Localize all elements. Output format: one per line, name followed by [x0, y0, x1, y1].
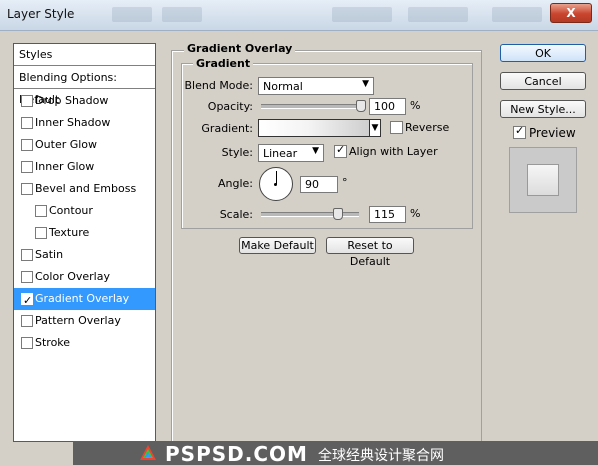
- align-with-layer-checkbox[interactable]: ✓: [334, 143, 347, 158]
- style-item-inner-shadow[interactable]: Inner Shadow: [14, 112, 155, 134]
- style-item-label: Texture: [49, 226, 90, 239]
- close-button[interactable]: X: [550, 3, 592, 23]
- reverse-checkbox[interactable]: [390, 121, 403, 134]
- new-style-button[interactable]: New Style...: [500, 100, 586, 118]
- style-checkbox[interactable]: [21, 95, 33, 107]
- style-item-label: Drop Shadow: [35, 94, 109, 107]
- blending-options-item[interactable]: Blending Options: Default: [14, 67, 155, 106]
- toolbar-ghost-icon: [408, 7, 468, 22]
- style-item-label: Bevel and Emboss: [35, 182, 137, 195]
- watermark-bar: PSPSD.COM 全球经典设计聚合网: [73, 441, 598, 466]
- style-checkbox[interactable]: [35, 227, 47, 239]
- gradient-picker[interactable]: ▼: [258, 119, 381, 137]
- blend-mode-label: Blend Mode:: [184, 79, 254, 92]
- style-item-label: Satin: [35, 248, 64, 261]
- watermark-tagline: 全球经典设计聚合网: [318, 448, 444, 464]
- checkmark-icon: ✓: [515, 124, 525, 137]
- style-checkbox[interactable]: [21, 161, 33, 173]
- reverse-label: Reverse: [405, 121, 450, 134]
- style-item-label: Outer Glow: [35, 138, 98, 151]
- style-select[interactable]: Linear ▼: [258, 144, 324, 162]
- align-with-layer-label: Align with Layer: [349, 145, 438, 158]
- style-item-inner-glow[interactable]: Inner Glow: [14, 156, 155, 178]
- style-item-color-overlay[interactable]: Color Overlay: [14, 266, 155, 288]
- angle-label: Angle:: [217, 177, 253, 190]
- style-checkbox[interactable]: [21, 337, 33, 349]
- styles-header[interactable]: Styles: [14, 44, 155, 66]
- angle-needle: [276, 171, 277, 184]
- opacity-input[interactable]: 100: [369, 98, 406, 115]
- style-checkbox[interactable]: [21, 249, 33, 261]
- pspsd-logo-icon: [140, 445, 156, 460]
- style-item-outer-glow[interactable]: Outer Glow: [14, 134, 155, 156]
- chevron-down-icon[interactable]: ▼: [369, 120, 380, 136]
- toolbar-ghost-icon: [332, 7, 392, 22]
- style-item-bevel-and-emboss[interactable]: Bevel and Emboss: [14, 178, 155, 200]
- section-title: Gradient Overlay: [184, 42, 296, 55]
- scale-unit: %: [410, 207, 421, 220]
- scale-slider-thumb[interactable]: [333, 208, 344, 220]
- ok-button[interactable]: OK: [500, 44, 586, 62]
- style-item-label: Inner Glow: [35, 160, 95, 173]
- style-item-label: Contour: [49, 204, 93, 217]
- style-item-label: Gradient Overlay: [35, 292, 130, 305]
- title-bar: Layer Style X: [0, 0, 598, 31]
- style-item-pattern-overlay[interactable]: Pattern Overlay: [14, 310, 155, 332]
- angle-input[interactable]: 90: [300, 176, 338, 193]
- blend-mode-value: Normal: [263, 80, 303, 93]
- styles-panel: Styles Blending Options: Default Drop Sh…: [13, 43, 156, 442]
- style-item-label: Color Overlay: [35, 270, 110, 283]
- reset-to-default-button[interactable]: Reset to Default: [326, 237, 414, 268]
- blend-mode-select[interactable]: Normal ▼: [258, 77, 374, 95]
- style-checkbox[interactable]: [21, 183, 33, 195]
- angle-dial[interactable]: [259, 167, 293, 201]
- angle-unit: °: [342, 176, 348, 189]
- toolbar-ghost-icon: [492, 7, 542, 22]
- style-item-drop-shadow[interactable]: Drop Shadow: [14, 90, 155, 112]
- style-checkbox[interactable]: [35, 205, 47, 217]
- preview-checkbox[interactable]: ✓: [513, 124, 526, 139]
- scale-slider-track[interactable]: [261, 212, 359, 217]
- window-title: Layer Style: [7, 7, 75, 21]
- opacity-slider-track[interactable]: [261, 104, 364, 109]
- opacity-unit: %: [410, 99, 421, 112]
- style-item-texture[interactable]: Texture: [14, 222, 155, 244]
- style-label: Style:: [221, 146, 253, 159]
- chevron-down-icon: ▼: [362, 79, 369, 89]
- preview-label: Preview: [529, 126, 576, 140]
- group-title: Gradient: [193, 57, 254, 70]
- style-checkbox[interactable]: ✓: [21, 293, 33, 307]
- opacity-label: Opacity:: [207, 100, 253, 113]
- style-checkbox[interactable]: [21, 117, 33, 129]
- watermark-site: PSPSD.COM: [165, 442, 308, 466]
- preview-swatch: [527, 164, 559, 196]
- style-item-label: Inner Shadow: [35, 116, 111, 129]
- checkmark-icon: ✓: [336, 143, 346, 156]
- style-checkbox[interactable]: [21, 315, 33, 327]
- style-checkbox[interactable]: [21, 271, 33, 283]
- angle-center: [274, 183, 277, 186]
- toolbar-ghost-icon: [112, 7, 152, 22]
- style-preview: [509, 147, 577, 213]
- make-default-button[interactable]: Make Default: [239, 237, 316, 254]
- scale-label: Scale:: [219, 208, 253, 221]
- chevron-down-icon: ▼: [312, 146, 319, 156]
- toolbar-ghost-icon: [162, 7, 202, 22]
- style-checkbox[interactable]: [21, 139, 33, 151]
- style-item-label: Pattern Overlay: [35, 314, 121, 327]
- style-item-satin[interactable]: Satin: [14, 244, 155, 266]
- style-value: Linear: [263, 147, 298, 160]
- scale-input[interactable]: 115: [369, 206, 406, 223]
- opacity-slider-thumb[interactable]: [356, 100, 366, 112]
- cancel-button[interactable]: Cancel: [500, 72, 586, 90]
- gradient-label: Gradient:: [201, 122, 253, 135]
- style-item-label: Stroke: [35, 336, 71, 349]
- style-item-stroke[interactable]: Stroke: [14, 332, 155, 354]
- style-item-contour[interactable]: Contour: [14, 200, 155, 222]
- style-item-gradient-overlay[interactable]: ✓ Gradient Overlay: [14, 288, 155, 310]
- checkmark-icon: ✓: [23, 294, 33, 307]
